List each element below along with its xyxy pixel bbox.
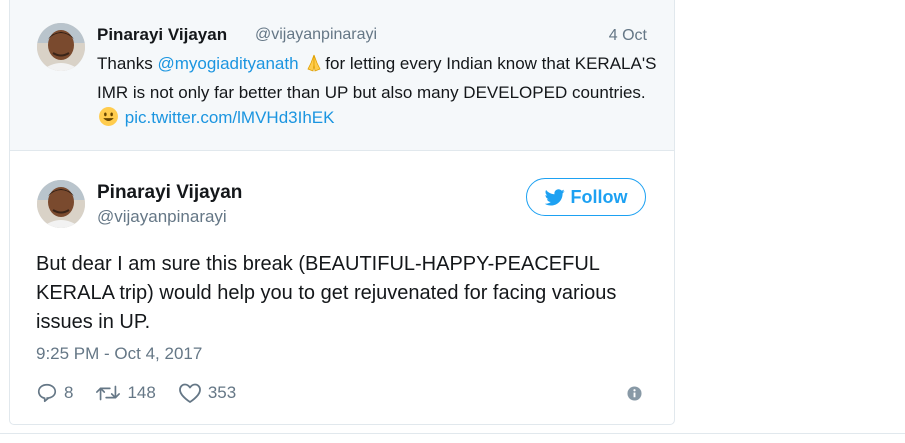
grinning-face-icon — [98, 106, 119, 134]
follow-label: Follow — [570, 186, 628, 207]
like-action[interactable]: 353 — [178, 382, 236, 404]
avatar-image — [37, 23, 85, 71]
quoted-text-prefix: Thanks — [97, 54, 158, 73]
avatar-image — [37, 180, 85, 228]
info-icon[interactable] — [627, 386, 642, 406]
like-count: 353 — [207, 383, 237, 402]
folded-hands-icon — [304, 53, 324, 80]
quoted-tweet-date[interactable]: 4 Oct — [609, 27, 647, 45]
tweet-timestamp[interactable]: 9:25 PM - Oct 4, 2017 — [36, 344, 202, 364]
heart-icon — [178, 383, 201, 403]
tweet-text: But dear I am sure this break (BEAUTIFUL… — [36, 253, 617, 333]
avatar[interactable] — [37, 23, 85, 71]
author-handle[interactable]: @vijayanpinarayi — [97, 207, 227, 227]
quoted-author-name[interactable]: Pinarayi Vijayan — [97, 25, 227, 45]
tweet-actions: 8 148 353 — [36, 381, 258, 405]
reply-action[interactable]: 8 — [36, 382, 73, 404]
retweet-action[interactable]: 148 — [95, 382, 156, 404]
reply-count: 8 — [64, 383, 74, 402]
twitter-bird-icon — [544, 188, 565, 205]
divider — [0, 433, 905, 434]
follow-button[interactable]: Follow — [526, 178, 646, 216]
quoted-tweet[interactable]: Pinarayi Vijayan @vijayanpinarayi 4 Oct … — [10, 0, 674, 151]
quoted-tweet-text: Thanks @myogiadityanath for letting ever… — [97, 51, 657, 134]
tweet-card: Pinarayi Vijayan @vijayanpinarayi 4 Oct … — [9, 0, 675, 425]
author-name[interactable]: Pinarayi Vijayan — [97, 182, 242, 204]
retweet-icon — [96, 385, 121, 401]
pic-link[interactable]: pic.twitter.com/lMVHd3IhEK — [125, 108, 335, 127]
mention-link[interactable]: @myogiadityanath — [157, 54, 298, 73]
retweet-count: 148 — [127, 383, 156, 402]
quoted-author-handle[interactable]: @vijayanpinarayi — [255, 26, 377, 44]
avatar[interactable] — [37, 180, 85, 228]
reply-icon — [37, 383, 57, 403]
